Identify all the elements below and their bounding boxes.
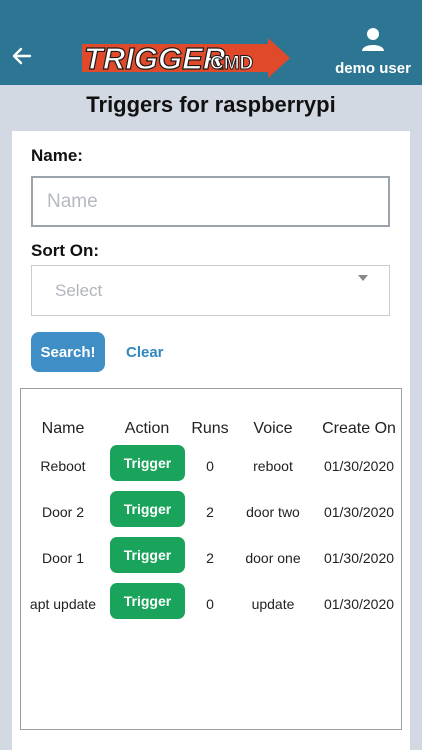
cell-runs: 0	[206, 458, 214, 474]
sort-label: Sort On:	[31, 241, 99, 260]
cell-runs: 2	[206, 550, 214, 566]
header-voice: Voice	[253, 420, 293, 437]
cell-created: 01/30/2020	[323, 504, 395, 520]
header-name: Name	[41, 420, 85, 437]
header-runs: Runs	[191, 420, 229, 437]
cell-name: Reboot	[40, 458, 86, 474]
cell-voice: reboot	[253, 458, 293, 474]
trigger-button[interactable]: Trigger	[110, 491, 185, 527]
clear-button[interactable]: Clear	[126, 344, 164, 361]
trigger-search-card: Name: Sort On: Select Search! Clear Name…	[12, 131, 410, 750]
cell-voice: door two	[246, 504, 300, 520]
user-label: demo user	[335, 60, 411, 77]
caret-down-icon	[358, 275, 368, 281]
cell-runs: 2	[206, 504, 214, 520]
sort-select[interactable]: Select	[31, 265, 390, 316]
table-row: Door 2 Trigger 2 door two 01/30/2020	[21, 490, 401, 536]
table-row: Reboot Trigger 0 reboot 01/30/2020	[21, 444, 401, 490]
table-row: Door 1 Trigger 2 door one 01/30/2020	[21, 536, 401, 582]
table-row: apt update Trigger 0 update 01/30/2020	[21, 582, 401, 628]
cell-voice: door one	[245, 550, 301, 566]
back-button[interactable]	[8, 40, 36, 72]
cell-name: Door 2	[41, 504, 85, 520]
cell-name: apt update	[29, 596, 97, 612]
user-menu[interactable]: demo user	[332, 26, 414, 80]
search-button[interactable]: Search!	[31, 332, 105, 372]
name-input[interactable]	[31, 176, 390, 227]
cell-created: 01/30/2020	[323, 458, 395, 474]
cell-created: 01/30/2020	[323, 550, 395, 566]
cell-runs: 0	[206, 596, 214, 612]
trigger-button[interactable]: Trigger	[110, 445, 185, 481]
logo-text-primary: TRIGGER	[84, 41, 226, 76]
cell-voice: update	[251, 596, 295, 612]
page-title: Triggers for raspberrypi	[86, 92, 336, 117]
logo-text-secondary: CMD	[210, 53, 253, 74]
header-action: Action	[124, 420, 170, 437]
trigger-button[interactable]: Trigger	[110, 583, 185, 619]
sort-select-value: Select	[55, 281, 103, 300]
triggers-table: Name Action Runs Voice Create On Reboot …	[20, 388, 402, 730]
cell-name: Door 1	[41, 550, 85, 566]
cell-created: 01/30/2020	[323, 596, 395, 612]
name-label: Name:	[31, 146, 83, 165]
trigger-button[interactable]: Trigger	[110, 537, 185, 573]
header-created: Create On	[322, 420, 396, 437]
triggercmd-logo: TRIGGER CMD	[82, 38, 290, 78]
arrow-left-icon	[12, 47, 32, 65]
app-header: TRIGGER CMD demo user	[0, 0, 422, 85]
user-icon	[362, 28, 384, 51]
